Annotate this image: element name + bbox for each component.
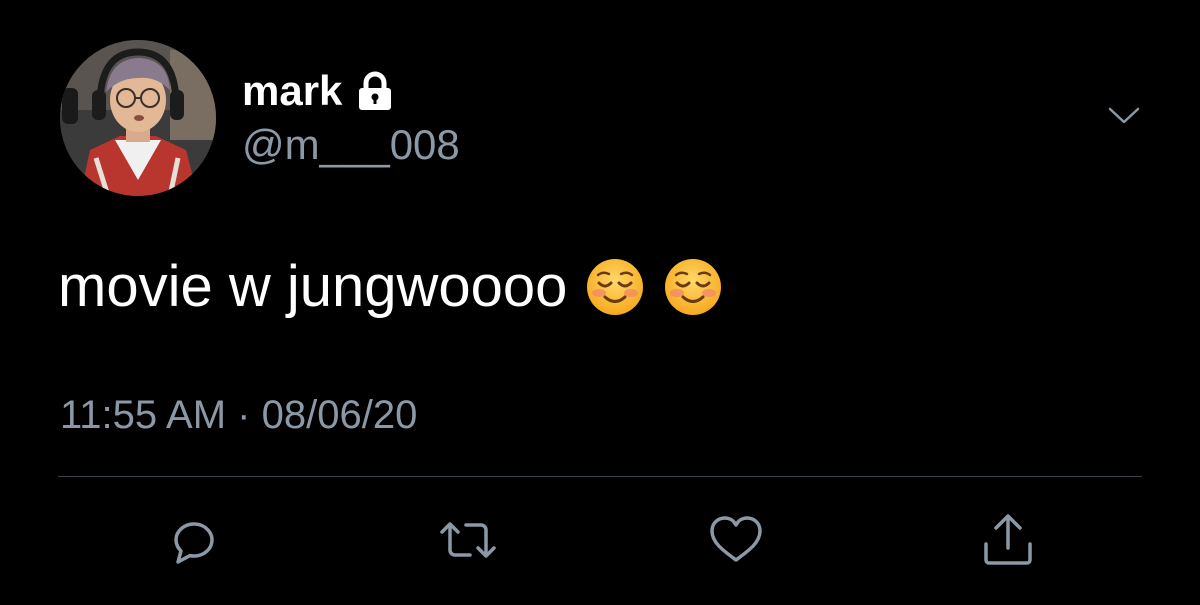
smiling-face-emoji — [663, 257, 723, 317]
display-name[interactable]: mark — [242, 66, 342, 116]
user-handle[interactable]: @m___008 — [242, 120, 460, 170]
reply-icon — [174, 522, 214, 564]
lock-icon — [356, 71, 394, 111]
tweet-card: mark @m___008 movie w jungwoooo 11:55 AM… — [0, 0, 1200, 605]
like-icon — [710, 516, 762, 562]
avatar[interactable] — [60, 40, 216, 196]
divider — [58, 476, 1142, 477]
tweet-timestamp[interactable]: 11:55 AM · 08/06/20 — [60, 390, 417, 440]
share-icon — [984, 514, 1032, 565]
retweet-button[interactable] — [438, 510, 498, 570]
share-button[interactable] — [978, 510, 1038, 570]
reply-button[interactable] — [164, 510, 224, 570]
tweet-time: 11:55 AM — [60, 393, 227, 437]
smiling-face-emoji — [585, 257, 645, 317]
tweet-body: movie w jungwoooo — [58, 254, 568, 319]
name-row: mark — [242, 66, 394, 116]
like-button[interactable] — [706, 510, 766, 570]
retweet-icon — [440, 522, 496, 558]
tweet-date: 08/06/20 — [261, 393, 418, 437]
meta-separator: · — [237, 393, 251, 437]
tweet-text: movie w jungwoooo — [58, 252, 723, 322]
chevron-down-icon[interactable] — [1106, 100, 1142, 130]
